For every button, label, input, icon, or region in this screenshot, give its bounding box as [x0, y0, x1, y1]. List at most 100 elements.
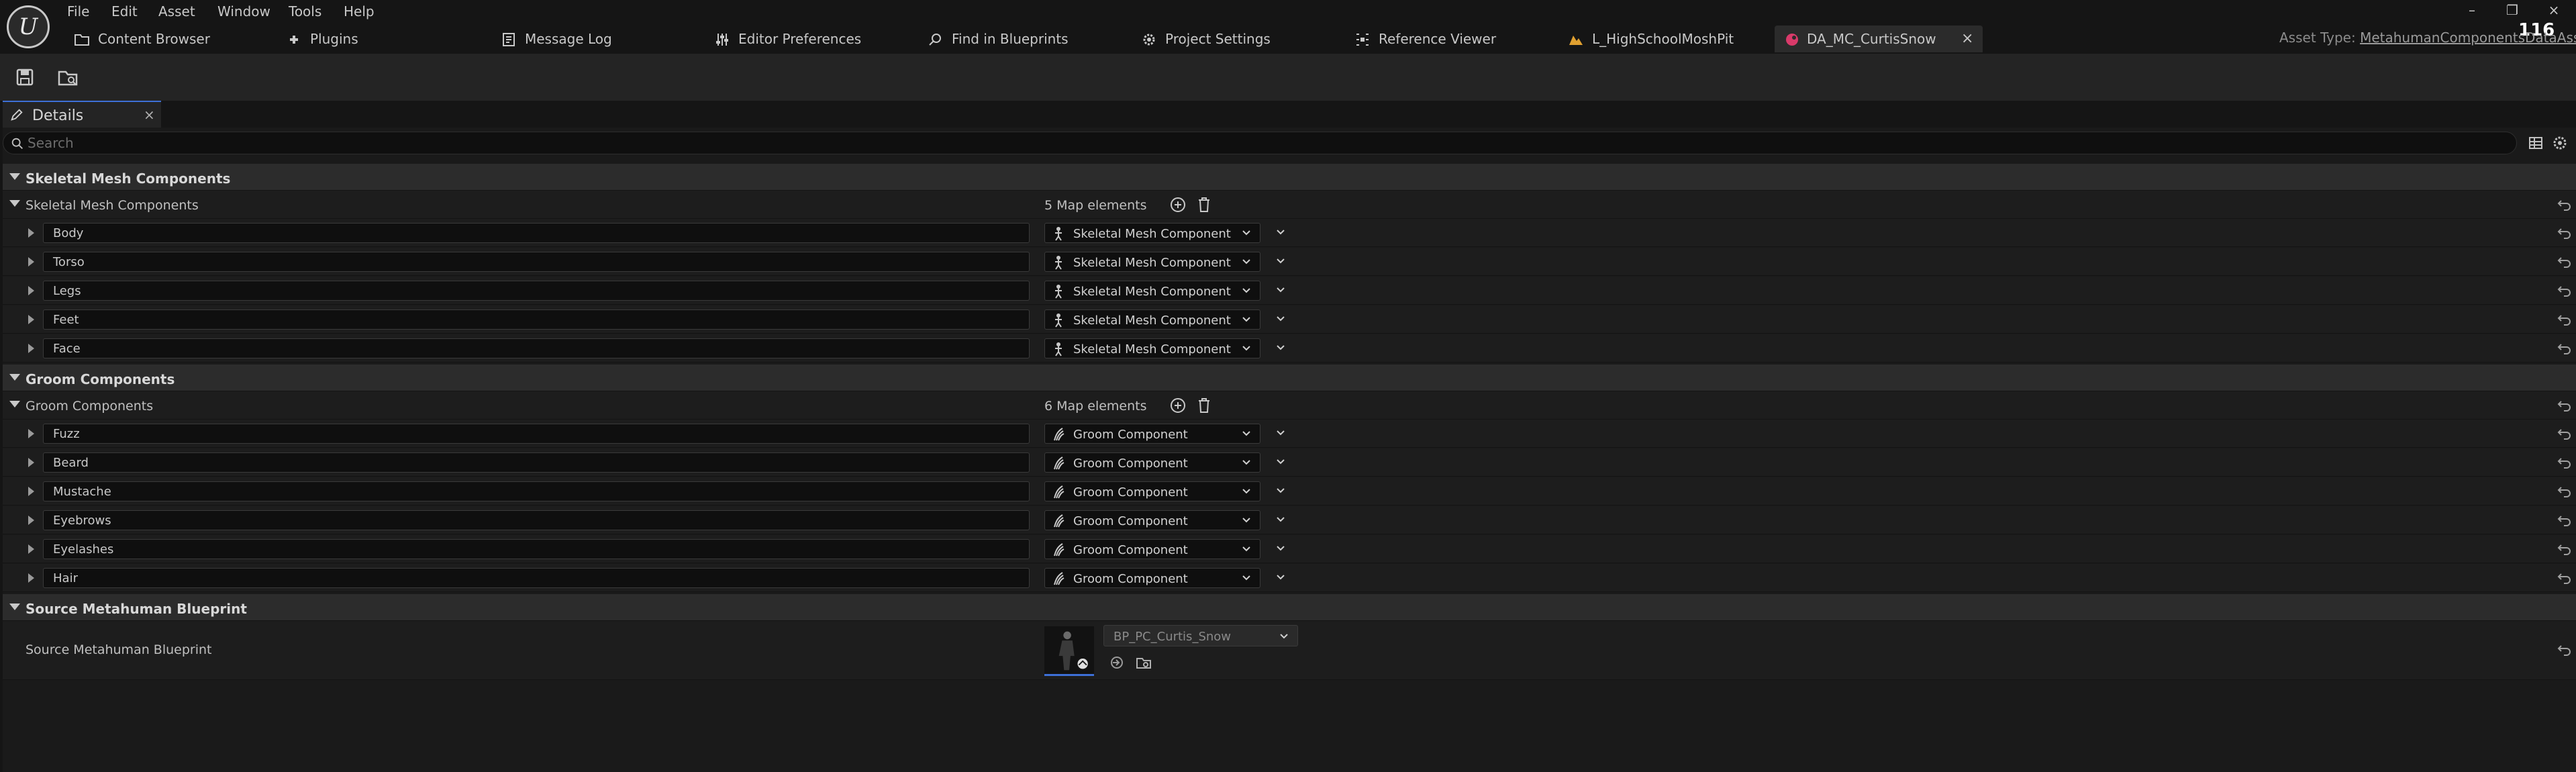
reset-to-default-icon[interactable] — [2557, 254, 2572, 269]
add-element-icon[interactable] — [1169, 397, 1187, 414]
component-select[interactable]: Skeletal Mesh Component — [1044, 338, 1260, 358]
chevron-down-icon[interactable] — [1274, 312, 1287, 326]
reset-to-default-icon[interactable] — [2557, 642, 2572, 657]
reset-to-default-icon[interactable] — [2557, 426, 2572, 441]
reset-to-default-icon[interactable] — [2557, 283, 2572, 298]
tab-reference-viewer[interactable]: Reference Viewer — [1354, 26, 1529, 52]
map-key-field[interactable]: Eyelashes — [43, 539, 1030, 559]
reset-to-default-icon[interactable] — [2557, 542, 2572, 557]
map-key-field[interactable]: Legs — [43, 281, 1030, 301]
menu-tools[interactable]: Tools — [289, 1, 321, 21]
tab-content-browser[interactable]: Content Browser — [74, 26, 248, 52]
menu-asset[interactable]: Asset — [158, 1, 195, 21]
chevron-down-icon[interactable] — [1274, 571, 1287, 584]
reset-to-default-icon[interactable] — [2557, 571, 2572, 585]
unreal-logo-icon[interactable]: U — [7, 5, 50, 48]
expand-arrow-icon[interactable] — [9, 200, 20, 207]
browse-to-asset-icon[interactable] — [56, 66, 79, 89]
reset-to-default-icon[interactable] — [2557, 484, 2572, 499]
reset-to-default-icon[interactable] — [2557, 341, 2572, 356]
expand-arrow-icon[interactable] — [28, 487, 34, 496]
chevron-down-icon[interactable] — [1274, 455, 1287, 469]
chevron-down-icon[interactable] — [1274, 341, 1287, 354]
component-select[interactable]: Skeletal Mesh Component — [1044, 281, 1260, 301]
map-key-field[interactable]: Mustache — [43, 481, 1030, 501]
expand-arrow-icon[interactable] — [28, 573, 34, 583]
chevron-down-icon[interactable] — [1274, 426, 1287, 440]
use-selected-asset-icon[interactable] — [1109, 655, 1125, 671]
browse-folder-icon[interactable] — [1136, 655, 1152, 671]
chevron-down-icon[interactable] — [1274, 283, 1287, 297]
tab-plugins[interactable]: Plugins — [286, 26, 420, 52]
component-select[interactable]: Skeletal Mesh Component — [1044, 252, 1260, 272]
minimize-icon[interactable]: – — [2463, 1, 2481, 19]
restore-icon[interactable]: ❐ — [2504, 1, 2521, 19]
category-source-metahuman[interactable]: Source Metahuman Blueprint — [3, 594, 2576, 621]
menu-help[interactable]: Help — [344, 1, 375, 21]
chevron-down-icon[interactable] — [1274, 542, 1287, 555]
expand-arrow-icon[interactable] — [28, 544, 34, 554]
reset-to-default-icon[interactable] — [2557, 226, 2572, 240]
reset-to-default-icon[interactable] — [2557, 197, 2572, 212]
component-select[interactable]: Groom Component — [1044, 539, 1260, 559]
map-key-field[interactable]: Beard — [43, 452, 1030, 473]
map-key-field[interactable]: Eyebrows — [43, 510, 1030, 530]
category-groom[interactable]: Groom Components — [3, 365, 2576, 391]
expand-arrow-icon[interactable] — [9, 173, 20, 180]
tab-find-in-blueprints[interactable]: Find in Blueprints — [928, 26, 1129, 52]
map-key-field[interactable]: Face — [43, 338, 1030, 358]
component-select[interactable]: Groom Component — [1044, 510, 1260, 530]
asset-thumbnail[interactable] — [1044, 626, 1094, 676]
map-key-field[interactable]: Torso — [43, 252, 1030, 272]
tab-data-asset[interactable]: DA_MC_CurtisSnow × — [1775, 26, 1983, 52]
category-skeletal-mesh[interactable]: Skeletal Mesh Components — [3, 164, 2576, 191]
expand-arrow-icon[interactable] — [28, 429, 34, 438]
tab-close-icon[interactable]: × — [1961, 26, 1973, 52]
component-select[interactable]: Groom Component — [1044, 481, 1260, 501]
chevron-down-icon[interactable] — [1274, 484, 1287, 497]
expand-arrow-icon[interactable] — [9, 401, 20, 407]
trash-icon[interactable] — [1196, 397, 1212, 414]
table-view-icon[interactable] — [2528, 135, 2544, 151]
map-key-field[interactable]: Fuzz — [43, 424, 1030, 444]
chevron-down-icon[interactable] — [1274, 254, 1287, 268]
component-select[interactable]: Groom Component — [1044, 424, 1260, 444]
menu-window[interactable]: Window — [217, 1, 270, 21]
component-select[interactable]: Skeletal Mesh Component — [1044, 223, 1260, 243]
details-close-icon[interactable]: × — [144, 107, 155, 123]
expand-arrow-icon[interactable] — [28, 257, 34, 267]
details-tab[interactable]: Details × — [3, 101, 161, 128]
tab-message-log[interactable]: Message Log — [501, 26, 662, 52]
menu-edit[interactable]: Edit — [111, 1, 138, 21]
component-select[interactable]: Skeletal Mesh Component — [1044, 309, 1260, 330]
map-key-field[interactable]: Body — [43, 223, 1030, 243]
settings-gear-icon[interactable] — [2552, 135, 2568, 151]
expand-arrow-icon[interactable] — [9, 374, 20, 381]
expand-arrow-icon[interactable] — [28, 458, 34, 467]
reset-to-default-icon[interactable] — [2557, 398, 2572, 413]
menu-file[interactable]: File — [67, 1, 89, 21]
expand-arrow-icon[interactable] — [28, 516, 34, 525]
save-icon[interactable] — [13, 66, 36, 89]
expand-arrow-icon[interactable] — [28, 315, 34, 324]
blueprint-select[interactable]: BP_PC_Curtis_Snow — [1103, 625, 1298, 646]
close-window-icon[interactable]: × — [2545, 1, 2563, 19]
expand-arrow-icon[interactable] — [28, 286, 34, 295]
tab-editor-preferences[interactable]: Editor Preferences — [714, 26, 915, 52]
trash-icon[interactable] — [1196, 196, 1212, 213]
expand-arrow-icon[interactable] — [9, 604, 20, 610]
tab-level[interactable]: L_HighSchoolMoshPit — [1568, 26, 1769, 52]
expand-arrow-icon[interactable] — [28, 228, 34, 238]
expand-arrow-icon[interactable] — [28, 344, 34, 353]
map-key-field[interactable]: Hair — [43, 568, 1030, 588]
search-input[interactable] — [28, 134, 2504, 152]
chevron-down-icon[interactable] — [1274, 513, 1287, 526]
add-element-icon[interactable] — [1169, 196, 1187, 213]
reset-to-default-icon[interactable] — [2557, 455, 2572, 470]
tab-project-settings[interactable]: Project Settings — [1141, 26, 1316, 52]
chevron-down-icon[interactable] — [1274, 226, 1287, 239]
reset-to-default-icon[interactable] — [2557, 513, 2572, 528]
asset-type-link[interactable]: MetahumanComponentsDataAsset — [2360, 30, 2576, 46]
map-key-field[interactable]: Feet — [43, 309, 1030, 330]
reset-to-default-icon[interactable] — [2557, 312, 2572, 327]
